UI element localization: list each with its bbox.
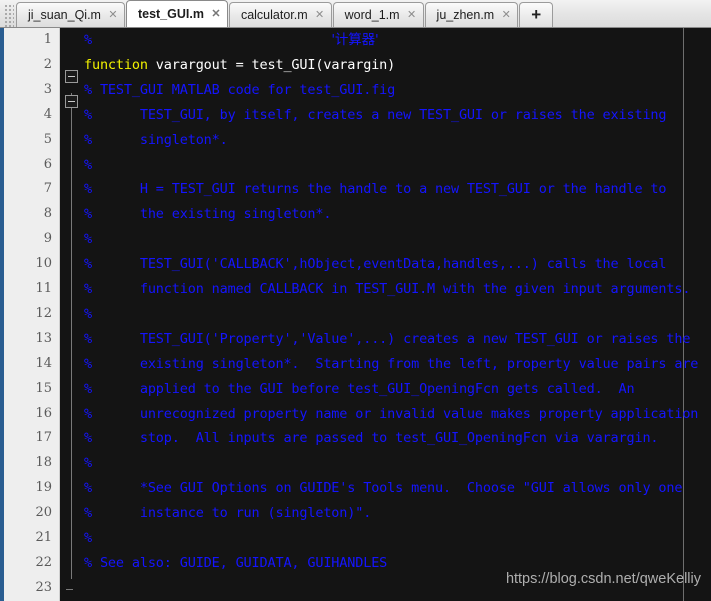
line-number-2: 2: [43, 56, 52, 72]
line-number-9: 9: [43, 231, 52, 247]
line-number-8: 8: [43, 206, 52, 222]
line-number-23: 23: [35, 579, 52, 595]
code-line-11: % function named CALLBACK in TEST_GUI.M …: [84, 281, 691, 297]
code-line-17: % stop. All inputs are passed to test_GU…: [84, 430, 659, 447]
code-line-4: % TEST_GUI, by itself, creates a new TES…: [84, 106, 667, 123]
line-number-4: 4: [43, 106, 52, 122]
close-icon[interactable]: ✕: [107, 9, 119, 21]
code-line-7: % H = TEST_GUI returns the handle to a n…: [84, 181, 667, 198]
matlab-editor-window: ji_suan_Qi.m ✕ test_GUI.m ✕ calculator.m…: [0, 0, 711, 601]
line-number-22: 22: [35, 554, 52, 570]
tab-label: ji_suan_Qi.m: [28, 8, 101, 22]
code-line-5: % singleton*.: [84, 131, 228, 148]
editor-tab-bar: ji_suan_Qi.m ✕ test_GUI.m ✕ calculator.m…: [0, 0, 711, 28]
code-line-8: % the existing singleton*.: [84, 206, 332, 223]
code-line-1: % '计算器': [84, 28, 711, 53]
line-number-17: 17: [35, 430, 52, 446]
code-line-19: % *See GUI Options on GUIDE's Tools menu…: [84, 480, 683, 497]
code-line-12: %: [84, 305, 92, 322]
code-line-20: % instance to run (singleton)".: [84, 505, 372, 522]
line-number-18: 18: [35, 455, 52, 471]
line-number-6: 6: [43, 156, 52, 172]
close-icon[interactable]: ✕: [406, 9, 418, 21]
tab-word-1[interactable]: word_1.m ✕: [332, 2, 424, 27]
line-number-14: 14: [35, 355, 52, 371]
new-tab-button[interactable]: +: [519, 2, 554, 27]
line-number-gutter: 1 2 3 4 5 6 7 8 9 10 11 12 13 14 15 16 17 18 19 20 21 22 23: [4, 28, 60, 601]
code-line-18: %: [84, 455, 92, 472]
line-number-15: 15: [35, 380, 52, 396]
line-number-21: 21: [35, 530, 52, 545]
line-number-5: 5: [43, 131, 52, 147]
code-editor[interactable]: 1 2 3 4 5 6 7 8 9 10 11 12 13 14 15 16 17 18 19 20 21 22 23 % …: [0, 28, 711, 601]
line-number-12: 12: [35, 305, 52, 321]
code-line-1-chinese-literal: '计算器': [331, 32, 379, 48]
code-line-2: function varargout = test_GUI(varargin): [84, 53, 711, 78]
code-line-15: % applied to the GUI before test_GUI_Ope…: [84, 380, 635, 397]
code-line-9: %: [84, 231, 92, 248]
tab-label: test_GUI.m: [137, 7, 204, 21]
line-number-3: 3: [43, 81, 52, 97]
code-line-1-spacer: [92, 32, 331, 48]
code-line-13: % TEST_GUI('Property','Value',...) creat…: [84, 330, 691, 347]
code-text-area[interactable]: % '计算器' function varargout = test_GUI(va…: [60, 28, 711, 601]
tab-test-gui[interactable]: test_GUI.m ✕: [125, 0, 228, 27]
tab-label: calculator.m: [240, 8, 308, 22]
close-icon[interactable]: ✕: [500, 9, 512, 21]
watermark-url: https://blog.csdn.net/qweKelliy: [505, 571, 701, 587]
tab-ji-suan-qi[interactable]: ji_suan_Qi.m ✕: [16, 2, 125, 27]
tab-bar-empty-space: [553, 0, 711, 27]
code-line-6: %: [84, 156, 92, 173]
tab-label: ju_zhen.m: [436, 8, 495, 22]
code-line-10: % TEST_GUI('CALLBACK',hObject,eventData,…: [84, 256, 667, 273]
code-line-2-keyword: function: [84, 56, 148, 73]
tab-calculator[interactable]: calculator.m ✕: [228, 2, 332, 27]
line-number-13: 13: [35, 330, 52, 346]
tab-ju-zhen[interactable]: ju_zhen.m ✕: [424, 2, 519, 27]
line-number-20: 20: [35, 505, 52, 521]
tab-label: word_1.m: [344, 8, 400, 22]
line-number-11: 11: [35, 281, 52, 296]
code-line-3: % TEST_GUI MATLAB code for test_GUI.fig: [84, 81, 396, 98]
code-line-1-comment-mark: %: [84, 32, 92, 48]
line-number-19: 19: [35, 480, 52, 496]
code-line-2-rest: varargout = test_GUI(varargin): [147, 56, 396, 73]
line-number-1: 1: [43, 32, 52, 47]
line-number-10: 10: [35, 256, 52, 272]
code-line-21: %: [84, 530, 92, 546]
tab-drag-grip[interactable]: [3, 5, 14, 27]
code-line-14: % existing singleton*. Starting from the…: [84, 355, 699, 372]
line-number-16: 16: [35, 405, 52, 421]
line-number-7: 7: [43, 181, 52, 197]
close-icon[interactable]: ✕: [314, 9, 326, 21]
code-line-16: % unrecognized property name or invalid …: [84, 405, 699, 422]
close-icon[interactable]: ✕: [210, 8, 222, 20]
